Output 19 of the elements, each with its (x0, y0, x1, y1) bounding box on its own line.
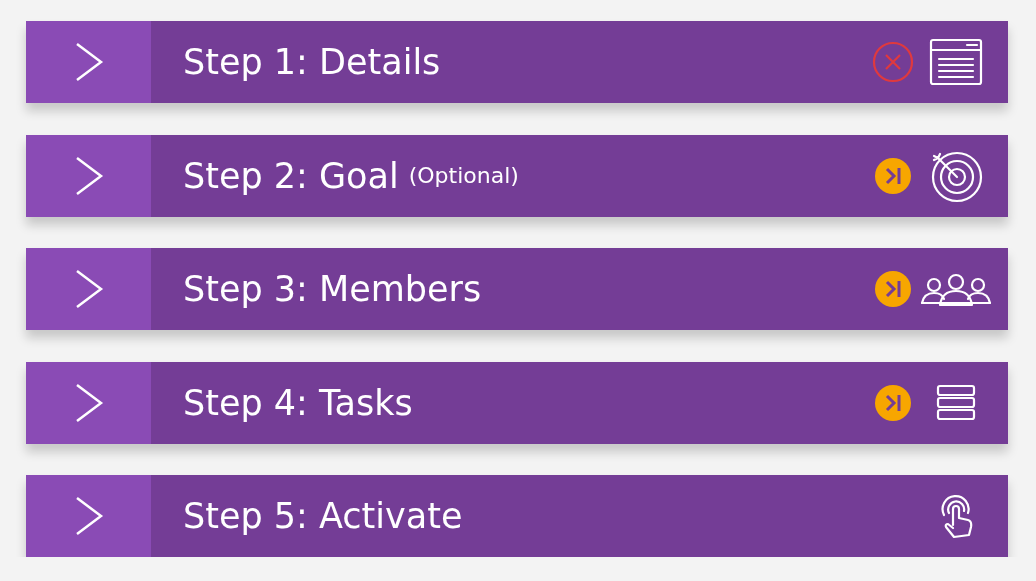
expand-toggle[interactable] (26, 21, 151, 103)
step-note: (Optional) (408, 163, 519, 188)
step-row[interactable]: Step 3: Members (26, 248, 1008, 330)
step-title: Step 2: Goal (183, 155, 399, 196)
expand-toggle[interactable] (26, 134, 151, 217)
step-row[interactable]: Step 5: Activate (26, 475, 1008, 557)
expand-toggle[interactable] (26, 248, 151, 330)
server-stack-icon (936, 382, 976, 423)
step-title: Step 5: Activate (183, 496, 463, 536)
step-row[interactable]: Step 2: Goal (Optional) (26, 134, 1008, 217)
expand-toggle[interactable] (26, 475, 151, 557)
step-row[interactable]: Step 1: Details (26, 21, 1008, 103)
people-icon (920, 271, 992, 307)
form-icon (929, 38, 983, 86)
step-title: Step 4: Tasks (183, 382, 413, 423)
step-row[interactable]: Step 4: Tasks (26, 361, 1008, 444)
step-title: Step 3: Members (183, 269, 482, 309)
step-title: Step 1: Details (183, 42, 441, 82)
expand-toggle[interactable] (26, 361, 151, 444)
